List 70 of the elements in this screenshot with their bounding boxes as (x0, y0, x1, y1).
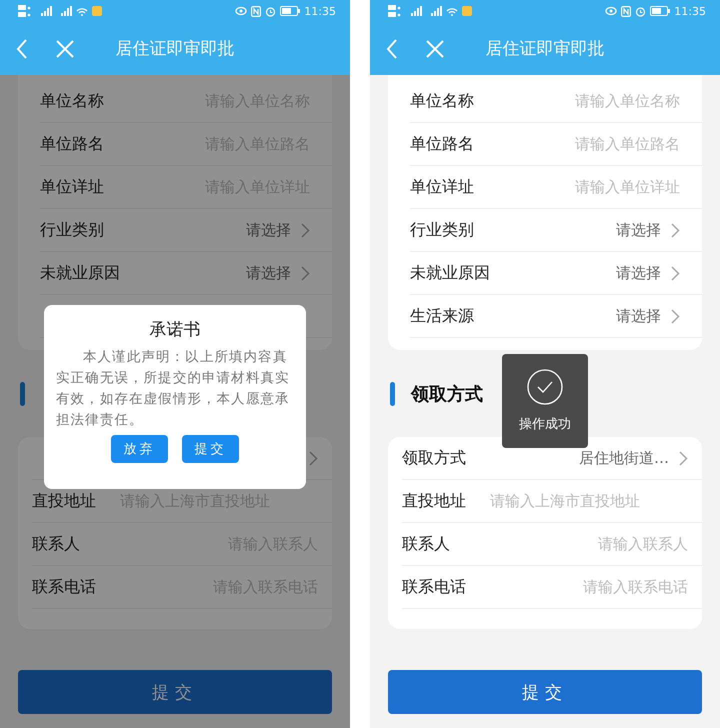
chevron-icon (671, 266, 680, 280)
nfc-icon (621, 6, 632, 16)
battery-icon (650, 6, 670, 16)
status-time: 11:35 (304, 4, 336, 18)
field-label: 联系电话 (32, 576, 96, 598)
submit-button[interactable]: 提交 (388, 670, 702, 714)
field-label: 单位路名 (40, 134, 104, 154)
nfc-icon (251, 6, 262, 16)
section-marker (20, 382, 25, 406)
field-label: 联系人 (402, 534, 450, 554)
field-label: 未就业原因 (40, 262, 120, 284)
select-value[interactable]: 请选择 (616, 306, 661, 326)
alarm-icon (635, 6, 646, 16)
field-label: 生活来源 (410, 306, 474, 326)
input-field[interactable]: 请输入联系电话 (583, 578, 688, 596)
field-label: 未就业原因 (410, 262, 490, 284)
close-icon[interactable] (426, 40, 444, 58)
chevron-icon (671, 308, 680, 324)
dialog-button[interactable]: 提交 (182, 435, 239, 463)
input-field[interactable]: 请输入单位路名 (575, 134, 680, 154)
field-label: 单位详址 (410, 176, 474, 198)
page-title: 居住证即审即批 (116, 38, 234, 60)
sim-icon (388, 4, 402, 18)
close-icon[interactable] (56, 40, 74, 58)
chevron-icon (309, 450, 318, 466)
page-title: 居住证即审即批 (486, 38, 604, 60)
field-label: 领取方式 (402, 448, 466, 468)
status-time: 11:35 (674, 4, 706, 18)
dialog-text: 本人谨此声明：以上所填内容真实正确无误，所提交的申请材料真实有效，如存在虚假情形，本人愿意承担法律责任。 (56, 348, 291, 430)
chevron-icon (679, 450, 688, 466)
back-icon[interactable] (16, 38, 28, 58)
input-field[interactable]: 请输入上海市直投地址 (490, 492, 640, 510)
input-field[interactable]: 请输入单位详址 (575, 178, 680, 196)
chevron-icon (301, 222, 310, 238)
section-title: 领取方式 (411, 382, 483, 406)
toast-text: 操作成功 (519, 416, 571, 433)
field-label: 行业类别 (40, 220, 104, 240)
field-label: 单位路名 (410, 134, 474, 154)
alarm-icon (265, 6, 276, 16)
select-value[interactable]: 居住地街道… (579, 448, 669, 468)
back-icon[interactable] (386, 38, 398, 58)
field-label: 单位详址 (40, 176, 104, 198)
wifi-icon (76, 6, 88, 16)
wifi-icon (446, 6, 458, 16)
input-field[interactable]: 请输入联系人 (598, 534, 688, 554)
field-label: 直投地址 (402, 490, 466, 512)
notification-icon (462, 6, 472, 16)
chevron-icon (301, 266, 310, 280)
eye-icon (605, 6, 618, 16)
dialog-button[interactable]: 放弃 (111, 435, 168, 463)
select-value[interactable]: 请选择 (246, 220, 291, 240)
select-value[interactable]: 请选择 (246, 264, 291, 282)
notification-icon (92, 6, 102, 16)
field-label: 联系电话 (402, 576, 466, 598)
select-value[interactable]: 请选择 (616, 264, 661, 282)
eye-icon (235, 6, 248, 16)
field-label: 行业类别 (410, 220, 474, 240)
submit-button[interactable]: 提交 (18, 670, 332, 714)
input-field[interactable]: 请输入单位名称 (575, 92, 680, 110)
select-value[interactable]: 请选择 (616, 220, 661, 240)
field-label: 单位名称 (410, 90, 474, 112)
chevron-icon (671, 222, 680, 238)
check-circle-icon (527, 369, 563, 405)
field-label: 联系人 (32, 534, 80, 554)
sim-icon (18, 4, 32, 18)
section-marker (390, 382, 395, 406)
field-label: 直投地址 (32, 490, 96, 512)
dialog-title: 承诺书 (150, 319, 200, 341)
battery-icon (280, 6, 300, 16)
field-label: 单位名称 (40, 90, 104, 112)
